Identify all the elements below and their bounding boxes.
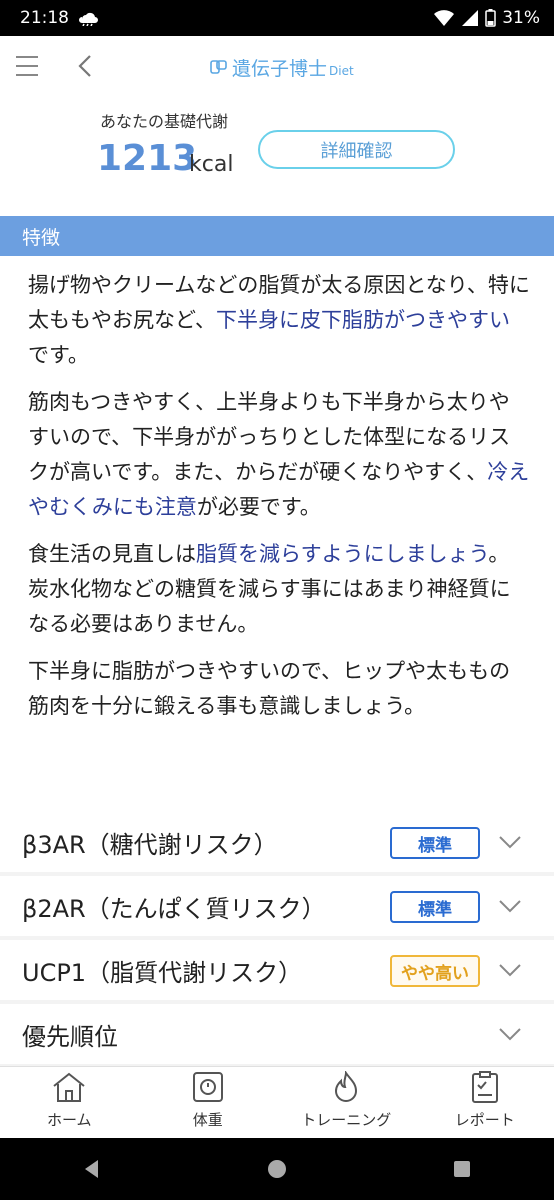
accordion-label: β3AR（糖代謝リスク）: [22, 830, 278, 859]
nav-home[interactable]: ホーム: [0, 1067, 139, 1138]
chevron-down-icon[interactable]: [498, 894, 522, 918]
status-badge: 標準: [390, 827, 480, 859]
accordion-item-b3ar[interactable]: β3AR（糖代謝リスク） 標準: [0, 812, 554, 872]
highlight-text: 脂質を減らすようにしましょう: [196, 542, 489, 566]
nav-weight[interactable]: 体重: [139, 1067, 278, 1138]
home-nav-icon[interactable]: [267, 1159, 287, 1179]
status-badge: 標準: [390, 891, 480, 923]
paragraph-3: 食生活の見直しは脂質を減らすようにしましょう。炭水化物などの糖質を減らす事にはあ…: [28, 542, 511, 636]
battery-icon: [485, 9, 496, 27]
paragraph-4: 下半身に脂肪がつきやすいので、ヒップや太ももの筋肉を十分に鍛える事も意識しましょ…: [28, 659, 511, 718]
description: 揚げ物やクリームなどの脂質が太る原因となり、特に太ももやお尻など、下半身に皮下脂…: [0, 256, 554, 724]
risk-accordion: β3AR（糖代謝リスク） 標準 β2AR（たんぱく質リスク） 標準 UCP1（脂…: [0, 812, 554, 1068]
bmr-unit: kcal: [189, 152, 234, 177]
detail-button[interactable]: 詳細確認: [258, 130, 455, 169]
accordion-item-b2ar[interactable]: β2AR（たんぱく質リスク） 標準: [0, 876, 554, 936]
nav-label: トレーニング: [301, 1111, 392, 1129]
accordion-item-ucp1[interactable]: UCP1（脂質代謝リスク） やや高い: [0, 940, 554, 1000]
accordion-label: β2AR（たんぱく質リスク）: [22, 894, 326, 923]
menu-icon[interactable]: [16, 55, 42, 77]
section-title: 特徴: [0, 216, 554, 256]
paragraph-2: 筋肉もつきやすく、上半身よりも下半身から太りやすいので、下半身ががっちりとした体…: [28, 390, 530, 519]
bmr-value: 1213: [97, 138, 198, 179]
back-icon[interactable]: [72, 52, 100, 80]
signal-icon: [462, 10, 479, 26]
battery-percent: 31%: [502, 8, 540, 28]
status-badge: やや高い: [390, 955, 480, 987]
brand-logo: 遺伝子博士 Diet: [210, 54, 354, 81]
nav-label: レポート: [454, 1111, 515, 1129]
nav-label: 体重: [192, 1111, 223, 1129]
dna-logo-icon: [210, 60, 227, 74]
accordion-label: UCP1（脂質代謝リスク）: [22, 958, 303, 987]
highlight-text: 下半身に皮下脂肪がつきやすい: [215, 308, 510, 332]
app-bar: 遺伝子博士 Diet: [0, 36, 554, 98]
chevron-down-icon[interactable]: [498, 958, 522, 982]
paragraph-1: 揚げ物やクリームなどの脂質が太る原因となり、特に太ももやお尻など、下半身に皮下脂…: [28, 273, 530, 367]
nav-report[interactable]: レポート: [416, 1067, 554, 1138]
scale-icon: [192, 1072, 223, 1102]
nav-label: ホーム: [46, 1111, 92, 1129]
home-icon: [53, 1072, 85, 1102]
brand-subtitle: Diet: [329, 64, 354, 78]
nav-training[interactable]: トレーニング: [277, 1067, 416, 1138]
status-time: 21:18: [20, 8, 69, 28]
system-nav-bar: [0, 1138, 554, 1200]
bmr-label: あなたの基礎代謝: [100, 112, 229, 131]
chevron-down-icon[interactable]: [498, 1022, 522, 1046]
bmr-panel: あなたの基礎代謝 1213 kcal 詳細確認: [0, 98, 554, 216]
wifi-icon: [434, 10, 455, 26]
accordion-label: 優先順位: [22, 1022, 118, 1051]
flame-icon: [335, 1071, 358, 1102]
recents-nav-icon[interactable]: [452, 1159, 472, 1179]
chevron-down-icon[interactable]: [498, 830, 522, 854]
back-nav-icon[interactable]: [82, 1159, 102, 1179]
status-bar: 21:18 31%: [0, 0, 554, 36]
accordion-item-priority[interactable]: 優先順位: [0, 1004, 554, 1064]
weather-icon: [79, 12, 98, 26]
report-icon: [471, 1071, 498, 1103]
brand-title: 遺伝子博士: [232, 58, 328, 80]
bottom-nav: ホーム 体重 トレーニング レポート: [0, 1066, 554, 1138]
